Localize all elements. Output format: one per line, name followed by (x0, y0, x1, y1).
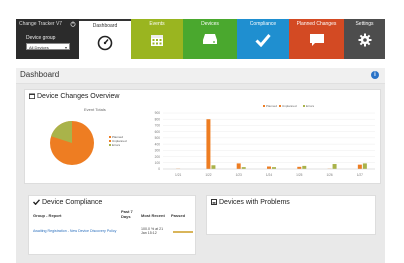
device-compliance-panel: Device Compliance Group - Report Past 7 … (28, 195, 196, 255)
top-navigation: Change Tracker V7 Device group All Devic… (16, 19, 385, 59)
chevron-down-icon: ▾ (64, 45, 67, 50)
x-tick-label: 1/25 (296, 173, 302, 177)
legend-swatch (303, 105, 305, 107)
bar (272, 167, 276, 169)
compliance-title: Device Compliance (33, 199, 102, 206)
device-group-select[interactable]: All Devices ▾ (26, 43, 70, 50)
problems-title-text: Devices with Problems (219, 199, 290, 206)
y-tick-label: 300 (155, 149, 161, 153)
bar (211, 165, 216, 169)
x-tick-label: 1/24 (266, 173, 272, 177)
y-tick-label: 0 (158, 167, 160, 171)
legend-label: Errors (306, 104, 315, 108)
app-title: Change Tracker V7 (19, 21, 63, 27)
tab-planned-changes[interactable]: Planned Changes (289, 19, 344, 59)
y-tick-label: 200 (155, 155, 161, 159)
compliance-row-most-recent: 100.0 % at 21 Jan 15:12 (141, 227, 164, 235)
bar (236, 163, 241, 169)
y-tick-label: 500 (155, 136, 161, 140)
info-icon[interactable]: i (371, 71, 379, 79)
y-tick-label: 700 (155, 124, 161, 128)
tab-planned-changes-label: Planned Changes (296, 21, 337, 27)
tab-settings-label: Settings (355, 21, 374, 27)
x-tick-label: 1/26 (326, 173, 332, 177)
header-past-7-days: Past 7 Days (121, 209, 133, 219)
page-title: Dashboard (20, 70, 60, 79)
bar (332, 164, 337, 169)
legend-swatch (263, 105, 265, 107)
power-icon[interactable] (70, 21, 76, 27)
bar (362, 163, 367, 169)
bar (206, 119, 211, 169)
tab-compliance-label: Compliance (249, 21, 277, 27)
tab-dashboard[interactable]: Dashboard (79, 19, 131, 59)
overview-title-text: Device Changes Overview (37, 93, 120, 100)
tab-devices-label: Devices (201, 21, 219, 27)
x-tick-label: 1/23 (236, 173, 242, 177)
x-tick-label: 1/27 (357, 173, 363, 177)
devices-with-problems-panel: Devices with Problems (206, 195, 376, 235)
compliance-passed-bar (173, 231, 193, 233)
bar (241, 167, 246, 169)
speedometer-icon (97, 35, 113, 51)
tab-devices[interactable]: Devices (183, 19, 237, 59)
gear-icon (358, 33, 371, 47)
calendar-icon (151, 35, 163, 46)
event-totals-pie-chart (50, 121, 94, 165)
device-group-value: All Devices (29, 45, 49, 50)
app: Change Tracker V7 Device group All Devic… (0, 0, 404, 263)
x-tick-label: 1/21 (175, 173, 181, 177)
compliance-row-group-link[interactable]: Awaiting Registration - New Device Disco… (33, 229, 116, 233)
tab-dashboard-label: Dashboard (92, 23, 118, 29)
tab-settings[interactable]: Settings (344, 19, 385, 59)
bar (302, 165, 307, 169)
dashboard-header: Dashboard i (16, 68, 385, 84)
tab-compliance[interactable]: Compliance (237, 19, 289, 59)
compliance-title-text: Device Compliance (42, 199, 103, 206)
hard-drive-icon (203, 34, 217, 44)
speech-bubble-icon (309, 34, 324, 46)
header-passed: Passed (171, 213, 186, 218)
app-brand-panel: Change Tracker V7 Device group All Devic… (16, 19, 79, 59)
device-changes-overview-panel: Device Changes Overview Event Totals Pla… (24, 89, 381, 184)
y-tick-label: 800 (155, 117, 161, 121)
legend-label: Planned (266, 104, 277, 108)
device-changes-bar-chart: 900 800 700 600 500 400 300 200 100 0 Planned Unpla… (155, 104, 375, 177)
legend-item-errors: Errors (109, 143, 127, 147)
calendar-icon (29, 93, 35, 99)
pie-legend: Planned Unplanned Errors (109, 135, 127, 147)
y-tick-label: 600 (155, 130, 161, 134)
header-most-recent: Most Recent (141, 213, 165, 218)
header-group-report: Group - Report (33, 213, 62, 218)
y-tick-label: 900 (155, 111, 161, 115)
checkmark-icon (255, 34, 271, 47)
bar (357, 164, 362, 169)
overview-title: Device Changes Overview (29, 93, 119, 100)
bar (267, 166, 271, 169)
y-tick-label: 400 (155, 142, 161, 146)
x-tick-label: 1/22 (205, 173, 211, 177)
tab-events-label: Events (149, 21, 165, 27)
legend-swatch (279, 105, 281, 107)
problems-title: Devices with Problems (211, 199, 290, 206)
bar (297, 166, 302, 169)
device-group-label: Device group (26, 35, 56, 41)
hard-drive-icon (211, 199, 217, 205)
checkmark-icon (33, 199, 40, 205)
legend-label: Unplanned (282, 104, 297, 108)
y-tick-label: 100 (155, 161, 161, 165)
table-row: Awaiting Registration - New Device Disco… (33, 227, 195, 237)
compliance-table-header: Group - Report Past 7 Days Most Recent P… (33, 209, 195, 224)
tab-events[interactable]: Events (131, 19, 183, 59)
pie-chart-title: Event Totals (84, 107, 106, 112)
